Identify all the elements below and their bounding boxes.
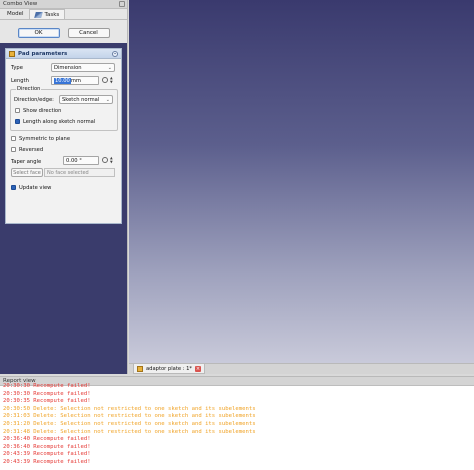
direction-group-title: Direction (16, 86, 42, 92)
log-line: 20:30:30 Recompute failed! (3, 390, 91, 397)
length-stepper[interactable]: ▲ ▼ (110, 76, 113, 84)
log-line: 20:31:20 Delete: Selection not restricte… (3, 420, 256, 427)
pad-icon (9, 50, 15, 57)
tab-model-label: Model (7, 11, 24, 17)
float-icon[interactable] (119, 1, 125, 7)
freecad-window: Combo View Model Tasks OK Cancel Pad par… (0, 0, 474, 470)
report-log[interactable]: 20:30:30 Recompute failed! 20:30:30 Recom… (3, 383, 474, 470)
update-view-label: Update view (19, 185, 52, 191)
log-line: 20:31:48 Delete: Selection not restricte… (3, 428, 256, 435)
combo-view-titlebar: Combo View (0, 0, 127, 9)
type-select-value: Dimension (54, 64, 82, 71)
direction-edge-select[interactable]: Sketch normal ⌄ (59, 95, 113, 104)
direction-edge-value: Sketch normal (62, 96, 100, 103)
log-line: 20:36:40 Recompute failed! (3, 436, 91, 443)
symmetric-checkbox[interactable] (11, 136, 16, 141)
length-input[interactable]: 10.00 mm (51, 76, 99, 85)
show-direction-checkbox[interactable] (15, 108, 20, 113)
log-line: 20:43:39 Recompute failed! (3, 451, 91, 458)
chevron-down-icon: ⌄ (105, 97, 110, 103)
log-line: 20:31:03 Delete: Selection not restricte… (3, 413, 256, 420)
ok-button[interactable]: OK (17, 28, 60, 38)
taper-value: 0.00 ° (66, 157, 82, 164)
expression-icon[interactable] (102, 157, 108, 163)
tab-tasks[interactable]: Tasks (28, 9, 66, 19)
type-label: Type (11, 65, 23, 71)
pad-parameters-header[interactable]: Pad parameters ⌃ (6, 49, 121, 59)
length-unit: mm (70, 77, 81, 84)
reversed-label: Reversed (19, 147, 44, 153)
pad-parameters-box: Pad parameters ⌃ Type Dimension ⌄ Length… (5, 48, 122, 224)
select-face-button[interactable]: Select face (11, 168, 43, 177)
close-icon[interactable]: × (195, 365, 202, 372)
tab-adaptor-plate[interactable]: adaptor plate : 1* × (133, 364, 206, 374)
reversed-checkbox[interactable] (11, 147, 16, 152)
dialog-button-row: OK Cancel (0, 21, 127, 43)
direction-edge-label: Direction/edge: (14, 97, 54, 103)
length-along-normal-checkbox[interactable] (15, 119, 20, 124)
combo-view-title: Combo View (3, 1, 38, 7)
pad-parameters-title: Pad parameters (18, 50, 68, 57)
taper-input[interactable]: 0.00 ° (63, 156, 99, 165)
length-along-normal-label: Length along sketch normal (23, 119, 96, 125)
task-panel: OK Cancel Pad parameters ⌃ Type Dimensio… (0, 21, 127, 374)
combo-tabs: Model Tasks (0, 9, 127, 20)
length-label: Length (11, 78, 29, 84)
cancel-button[interactable]: Cancel (67, 28, 110, 38)
tab-tasks-label: Tasks (44, 11, 60, 18)
document-tab-bar: adaptor plate : 1* × (129, 363, 474, 374)
log-line: 20:30:50 Delete: Selection not restricte… (3, 405, 256, 412)
document-icon (137, 365, 143, 372)
update-view-checkbox[interactable] (11, 185, 16, 190)
show-direction-label: Show direction (23, 108, 62, 114)
length-value: 10.00 (54, 77, 71, 84)
3d-view[interactable] (129, 0, 474, 363)
combo-view-panel: Combo View Model Tasks OK Cancel Pad par… (0, 0, 128, 374)
expression-icon[interactable] (102, 77, 108, 83)
collapse-icon[interactable]: ⌃ (112, 50, 118, 57)
report-view: Report view 20:30:30 Recompute failed! 20… (0, 376, 474, 470)
tasks-icon (33, 11, 43, 18)
doc-tab-label: adaptor plate : 1* (146, 365, 193, 372)
symmetric-label: Symmetric to plane (19, 136, 71, 142)
taper-stepper[interactable]: ▲ ▼ (110, 156, 113, 164)
tab-model[interactable]: Model (2, 9, 29, 19)
type-select[interactable]: Dimension ⌄ (51, 63, 115, 72)
log-line: 20:30:30 Recompute failed! (3, 383, 91, 389)
log-line: 20:43:39 Recompute failed! (3, 458, 91, 465)
log-line: 20:30:35 Recompute failed! (3, 398, 91, 405)
log-line: 20:36:40 Recompute failed! (3, 443, 91, 450)
face-field: No face selected (44, 168, 115, 177)
chevron-down-icon: ⌄ (107, 65, 112, 71)
taper-label: Taper angle (11, 159, 42, 165)
